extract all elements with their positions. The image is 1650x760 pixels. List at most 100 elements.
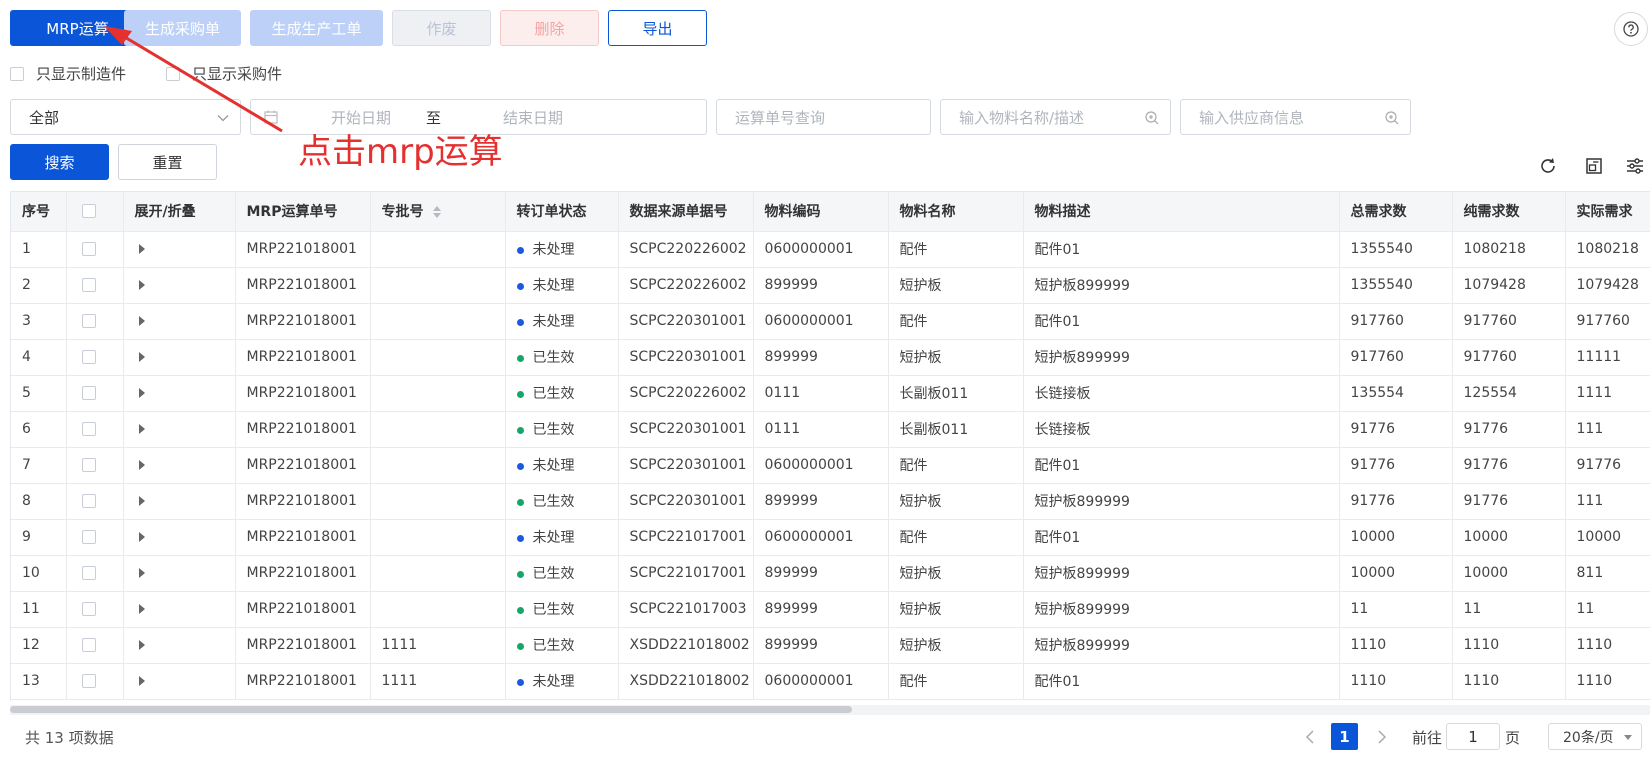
table-row[interactable]: 2 MRP221018001 未处理 SCPC220226002 899999 短护板 短护… xyxy=(11,267,1650,304)
col-batch-number[interactable]: 专批号 xyxy=(370,192,506,232)
cell-select[interactable] xyxy=(66,591,124,628)
only-purchased-checkbox[interactable]: 只显示采购件 xyxy=(166,63,282,84)
zoom-search-icon[interactable] xyxy=(1144,110,1160,126)
col-select-all[interactable] xyxy=(66,192,124,232)
cell-expand[interactable] xyxy=(123,555,236,592)
cell-expand[interactable] xyxy=(123,375,236,412)
row-checkbox[interactable] xyxy=(81,314,96,328)
material-search-input[interactable]: 输入物料名称/描述 xyxy=(940,99,1171,135)
delete-button[interactable]: 删除 xyxy=(500,10,599,46)
expand-caret-icon[interactable] xyxy=(138,532,145,542)
checkbox-box[interactable] xyxy=(166,66,180,81)
cell-expand[interactable] xyxy=(123,519,236,556)
row-checkbox[interactable] xyxy=(81,386,96,400)
zoom-search-icon[interactable] xyxy=(1384,110,1400,126)
expand-caret-icon[interactable] xyxy=(138,424,145,434)
next-page-button[interactable] xyxy=(1372,725,1392,749)
current-page[interactable]: 1 xyxy=(1331,723,1358,750)
end-date-input[interactable]: 结束日期 xyxy=(503,107,563,128)
expand-caret-icon[interactable] xyxy=(138,496,145,506)
cell-select[interactable] xyxy=(66,303,124,340)
column-settings-icon[interactable] xyxy=(1625,156,1645,176)
table-row[interactable]: 11 MRP221018001 已生效 SCPC221017003 899999 短护板短… xyxy=(11,591,1650,628)
row-checkbox[interactable] xyxy=(81,242,96,256)
table-row[interactable]: 13 MRP221018001 1111 未处理 XSDD221018002 060000… xyxy=(11,663,1650,700)
cell-select[interactable] xyxy=(66,411,124,448)
row-checkbox[interactable] xyxy=(81,530,96,544)
cell-expand[interactable] xyxy=(123,411,236,448)
expand-caret-icon[interactable] xyxy=(138,244,145,254)
table-row[interactable]: 6 MRP221018001 已生效 SCPC220301001 0111 长副板011 长… xyxy=(11,411,1650,448)
only-manufactured-checkbox[interactable]: 只显示制造件 xyxy=(10,63,126,84)
row-checkbox[interactable] xyxy=(81,350,96,364)
cell-expand[interactable] xyxy=(123,267,236,304)
export-button[interactable]: 导出 xyxy=(608,10,707,46)
goto-page-input[interactable]: 1 xyxy=(1446,723,1500,750)
table-row[interactable]: 4 MRP221018001 已生效 SCPC220301001 899999 短护板 短护… xyxy=(11,339,1650,376)
void-button[interactable]: 作废 xyxy=(392,10,491,46)
table-row[interactable]: 1 MRP221018001 未处理 SCPC220226002 0600000001 配… xyxy=(11,231,1650,268)
sort-icon[interactable] xyxy=(432,205,442,219)
generate-work-order-button[interactable]: 生成生产工单 xyxy=(250,10,383,46)
cell-select[interactable] xyxy=(66,375,124,412)
expand-caret-icon[interactable] xyxy=(138,280,145,290)
cell-select[interactable] xyxy=(66,663,124,700)
cell-select[interactable] xyxy=(66,447,124,484)
table-row[interactable]: 3 MRP221018001 未处理 SCPC220301001 0600000001 配… xyxy=(11,303,1650,340)
cell-expand[interactable] xyxy=(123,303,236,340)
row-checkbox[interactable] xyxy=(81,674,96,688)
cell-select[interactable] xyxy=(66,483,124,520)
expand-caret-icon[interactable] xyxy=(138,604,145,614)
cell-select[interactable] xyxy=(66,231,124,268)
cell-expand[interactable] xyxy=(123,483,236,520)
select-all-checkbox[interactable] xyxy=(81,204,96,219)
reset-button[interactable]: 重置 xyxy=(118,144,217,180)
supplier-search-input[interactable]: 输入供应商信息 xyxy=(1180,99,1411,135)
mrp-number-search-input[interactable]: 运算单号查询 xyxy=(716,99,931,135)
row-checkbox[interactable] xyxy=(81,566,96,580)
row-checkbox[interactable] xyxy=(81,458,96,472)
table-row[interactable]: 5 MRP221018001 已生效 SCPC220226002 0111 长副板011 长… xyxy=(11,375,1650,412)
horizontal-scrollbar[interactable] xyxy=(10,705,1650,715)
cell-index: 9 xyxy=(11,519,67,556)
generate-purchase-order-button[interactable]: 生成采购单 xyxy=(124,10,241,46)
help-button[interactable] xyxy=(1614,12,1648,46)
cell-select[interactable] xyxy=(66,519,124,556)
scrollbar-thumb[interactable] xyxy=(10,706,852,713)
row-checkbox[interactable] xyxy=(81,422,96,436)
expand-caret-icon[interactable] xyxy=(138,388,145,398)
cell-select[interactable] xyxy=(66,267,124,304)
table-row[interactable]: 10 MRP221018001 已生效 SCPC221017001 899999 短护板短… xyxy=(11,555,1650,592)
scope-select[interactable]: 全部 xyxy=(10,99,241,135)
expand-caret-icon[interactable] xyxy=(138,460,145,470)
page-size-select[interactable]: 20条/页 xyxy=(1548,723,1642,750)
cell-material-code: 899999 xyxy=(753,555,889,592)
table-row[interactable]: 9 MRP221018001 未处理 SCPC221017001 0600000001 配… xyxy=(11,519,1650,556)
checkbox-box[interactable] xyxy=(10,66,24,81)
density-icon[interactable] xyxy=(1584,156,1604,176)
expand-caret-icon[interactable] xyxy=(138,640,145,650)
search-button[interactable]: 搜索 xyxy=(10,144,109,180)
cell-expand[interactable] xyxy=(123,663,236,700)
cell-expand[interactable] xyxy=(123,591,236,628)
row-checkbox[interactable] xyxy=(81,602,96,616)
table-row[interactable]: 8 MRP221018001 已生效 SCPC220301001 899999 短护板 短护… xyxy=(11,483,1650,520)
table-row[interactable]: 12 MRP221018001 1111 已生效 XSDD221018002 899999… xyxy=(11,627,1650,664)
row-checkbox[interactable] xyxy=(81,278,96,292)
table-row[interactable]: 7 MRP221018001 未处理 SCPC220301001 0600000001 配… xyxy=(11,447,1650,484)
row-checkbox[interactable] xyxy=(81,638,96,652)
expand-caret-icon[interactable] xyxy=(138,316,145,326)
row-checkbox[interactable] xyxy=(81,494,96,508)
cell-select[interactable] xyxy=(66,627,124,664)
cell-expand[interactable] xyxy=(123,339,236,376)
cell-select[interactable] xyxy=(66,339,124,376)
cell-expand[interactable] xyxy=(123,231,236,268)
cell-expand[interactable] xyxy=(123,627,236,664)
refresh-icon[interactable] xyxy=(1538,156,1558,176)
expand-caret-icon[interactable] xyxy=(138,568,145,578)
prev-page-button[interactable] xyxy=(1300,725,1320,749)
expand-caret-icon[interactable] xyxy=(138,676,145,686)
expand-caret-icon[interactable] xyxy=(138,352,145,362)
cell-select[interactable] xyxy=(66,555,124,592)
cell-expand[interactable] xyxy=(123,447,236,484)
